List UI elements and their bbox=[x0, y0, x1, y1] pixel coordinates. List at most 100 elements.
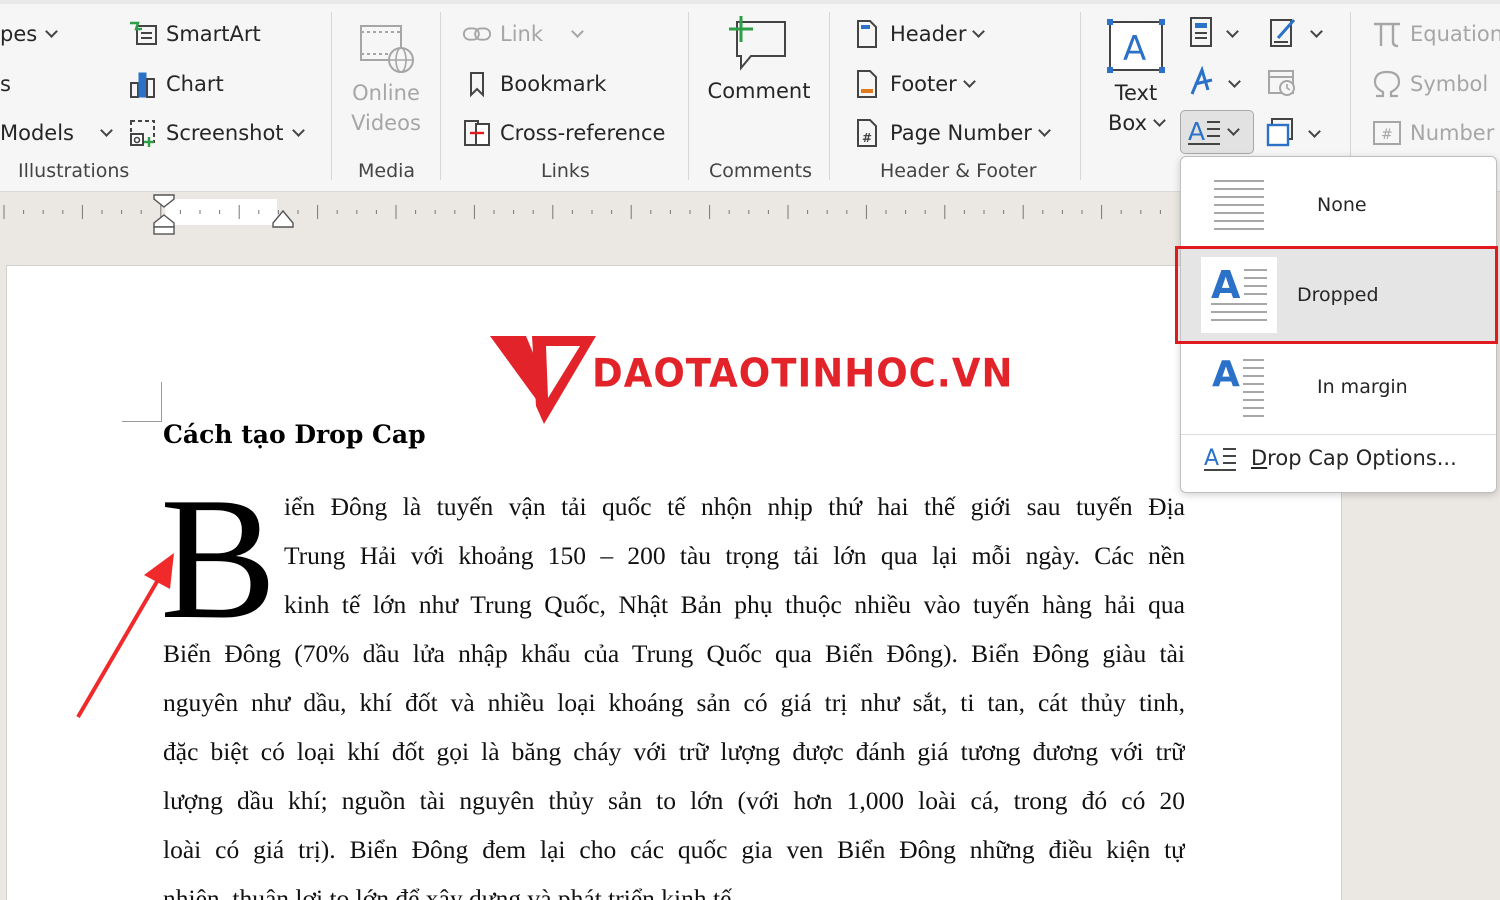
cross-reference-button[interactable]: Cross-reference bbox=[462, 116, 665, 150]
group-label-illustrations: Illustrations bbox=[18, 160, 130, 182]
group-separator bbox=[331, 12, 332, 180]
chevron-down-icon bbox=[962, 74, 976, 88]
smartart-button[interactable]: SmartArt bbox=[128, 17, 261, 51]
paragraph-line: lượng dầu khí; nguồn tài nguyên thủy sản… bbox=[163, 786, 1185, 815]
footer-label: Footer bbox=[890, 72, 957, 96]
chevron-down-icon bbox=[45, 24, 59, 38]
comment-label: Comment bbox=[707, 79, 811, 103]
highlight-box bbox=[1175, 246, 1498, 344]
chevron-down-icon bbox=[1153, 113, 1166, 127]
drop-cap-options-accelerator: D bbox=[1251, 446, 1268, 470]
shapes-button[interactable]: pes bbox=[0, 17, 59, 51]
first-line-indent-marker[interactable] bbox=[150, 193, 178, 235]
paragraph-line: nguyên như dầu, khí đốt và nhiều loại kh… bbox=[163, 688, 1185, 717]
bookmark-button[interactable]: Bookmark bbox=[462, 67, 606, 101]
equation-button[interactable]: Equation bbox=[1372, 17, 1500, 51]
wordart-icon bbox=[1188, 65, 1216, 102]
group-label-links: Links bbox=[541, 160, 590, 182]
icons-button[interactable]: s bbox=[0, 67, 11, 101]
screenshot-button[interactable]: Screenshot bbox=[128, 116, 305, 150]
paragraph-line: nhiên, thuận lợi to lớn để xây dựng và p… bbox=[163, 884, 738, 900]
group-separator bbox=[688, 12, 689, 180]
drop-cap-option-in-margin[interactable]: A In margin bbox=[1181, 345, 1498, 429]
paragraph-line: iển Đông là tuyến vận tải quốc tế nhộn n… bbox=[284, 492, 1185, 521]
symbol-button[interactable]: Symbol bbox=[1372, 67, 1488, 101]
omega-icon bbox=[1372, 69, 1402, 99]
bookmark-icon bbox=[462, 69, 492, 99]
models-label: Models bbox=[0, 121, 74, 145]
comment-button[interactable]: Comment bbox=[704, 14, 814, 106]
chevron-down-icon bbox=[1228, 74, 1241, 88]
group-separator bbox=[829, 12, 830, 180]
quick-parts-button[interactable] bbox=[1188, 16, 1239, 52]
document-heading[interactable]: Cách tạo Drop Cap bbox=[163, 420, 426, 449]
bookmark-label: Bookmark bbox=[500, 72, 607, 96]
svg-text:#: # bbox=[862, 131, 872, 145]
cross-reference-label: Cross-reference bbox=[500, 121, 666, 145]
right-indent-marker[interactable] bbox=[270, 209, 296, 229]
group-label-comments: Comments bbox=[709, 160, 812, 182]
menu-separator bbox=[1181, 434, 1496, 435]
page-number-button[interactable]: # Page Number bbox=[852, 116, 1051, 150]
chevron-down-icon bbox=[100, 123, 113, 137]
drop-cap-button[interactable]: A bbox=[1180, 110, 1254, 154]
chevron-down-icon bbox=[1038, 123, 1051, 137]
link-icon bbox=[462, 19, 492, 49]
number-button[interactable]: # Number bbox=[1372, 116, 1494, 150]
svg-text:A: A bbox=[1188, 117, 1205, 146]
chevron-down-icon bbox=[1310, 24, 1323, 38]
drop-cap-options-button[interactable]: A Drop Cap Options... bbox=[1203, 443, 1457, 473]
number-label: Number bbox=[1410, 121, 1495, 145]
footer-icon bbox=[852, 69, 882, 99]
chart-icon bbox=[128, 69, 158, 99]
object-icon bbox=[1266, 116, 1296, 152]
dropcap-none-icon bbox=[1203, 169, 1275, 241]
smartart-icon bbox=[128, 19, 158, 49]
screenshot-label: Screenshot bbox=[166, 121, 284, 145]
paragraph-line: Biển Đông (70% dầu lửa nhập khẩu của Tru… bbox=[163, 639, 1185, 668]
online-videos-label-2: Videos bbox=[351, 111, 421, 135]
online-videos-button[interactable]: Online Videos bbox=[344, 22, 428, 138]
svg-text:A: A bbox=[1212, 354, 1240, 395]
online-videos-label-1: Online bbox=[352, 81, 420, 105]
chevron-down-icon bbox=[1226, 24, 1239, 38]
drop-cap-option-label: None bbox=[1317, 194, 1367, 216]
equation-label: Equation bbox=[1410, 22, 1500, 46]
chart-button[interactable]: Chart bbox=[128, 67, 224, 101]
svg-text:A: A bbox=[1123, 29, 1146, 69]
group-separator bbox=[1350, 12, 1351, 180]
header-button[interactable]: Header bbox=[852, 17, 986, 51]
wordart-button[interactable] bbox=[1188, 65, 1241, 102]
date-time-button[interactable] bbox=[1266, 66, 1298, 102]
link-button[interactable]: Link bbox=[462, 17, 584, 51]
logo-wordmark: DAOTAOTINHOC.VN bbox=[592, 350, 1014, 397]
drop-cap-icon: A bbox=[1187, 114, 1221, 150]
text-box-button[interactable]: A Text Box bbox=[1098, 18, 1174, 138]
chevron-down-icon bbox=[972, 24, 986, 38]
drop-cap-option-none[interactable]: None bbox=[1181, 165, 1498, 245]
text-boundary-corner bbox=[122, 382, 162, 422]
3d-models-button[interactable]: Models bbox=[0, 116, 113, 150]
ribbon-top-border bbox=[0, 0, 1500, 4]
horizontal-ruler[interactable] bbox=[0, 193, 1180, 235]
chevron-down-icon bbox=[1308, 124, 1321, 138]
group-separator bbox=[1080, 12, 1081, 180]
dropcap-in-margin-icon: A bbox=[1203, 351, 1275, 423]
svg-text:#: # bbox=[1381, 127, 1393, 143]
icons-label: s bbox=[0, 72, 11, 96]
new-comment-icon bbox=[704, 14, 814, 76]
group-label-media: Media bbox=[358, 160, 416, 182]
pi-icon bbox=[1372, 19, 1402, 49]
shapes-label: pes bbox=[0, 22, 38, 46]
object-button[interactable] bbox=[1266, 116, 1321, 152]
paragraph-line: kinh tế lớn như Trung Quốc, Nhật Bản phụ… bbox=[284, 590, 1185, 619]
footer-button[interactable]: Footer bbox=[852, 67, 976, 101]
chevron-down-icon bbox=[1227, 122, 1240, 136]
paragraph-line: đặc biệt có loại khí đốt gọi là băng chá… bbox=[163, 737, 1185, 766]
cross-reference-icon bbox=[462, 118, 492, 148]
drop-cap-options-icon: A bbox=[1203, 443, 1237, 473]
paragraph-line: Trung Hải với khoảng 150 – 200 tàu trọng… bbox=[284, 541, 1185, 570]
signature-line-button[interactable] bbox=[1268, 16, 1323, 52]
svg-text:A: A bbox=[1204, 446, 1219, 471]
drop-cap-option-label: In margin bbox=[1317, 376, 1408, 398]
